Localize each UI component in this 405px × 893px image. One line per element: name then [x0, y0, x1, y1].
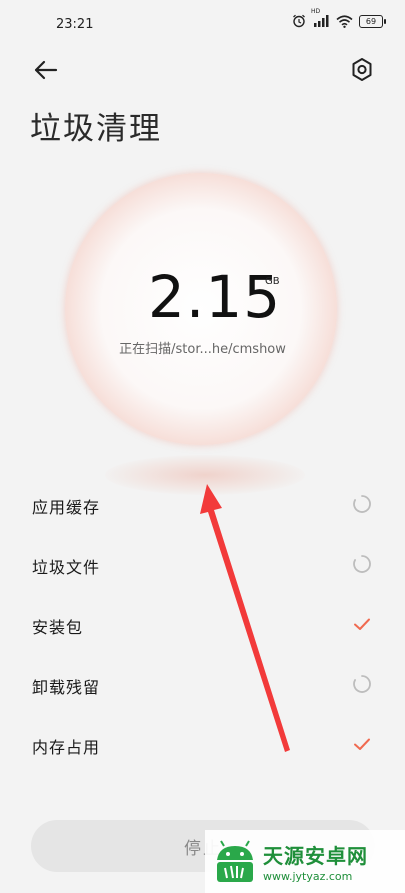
- list-item-label: 内存占用: [32, 738, 101, 757]
- watermark-text: 天源安卓网 www.jytyaz.com: [263, 840, 368, 883]
- list-item-uninstall-residue[interactable]: 卸载残留: [0, 654, 405, 714]
- status-bar: 23:21 HD 69: [0, 0, 405, 50]
- page-title: 垃圾清理: [30, 111, 162, 147]
- list-item-label: 应用缓存: [32, 498, 101, 517]
- list-item-memory-usage[interactable]: 内存占用: [0, 714, 405, 774]
- junk-size-value: 2.15: [148, 263, 282, 331]
- checkmark-icon: [354, 618, 370, 630]
- list-item-install-packages[interactable]: 安装包: [0, 594, 405, 654]
- list-item-label: 安装包: [32, 618, 84, 637]
- watermark-name: 天源安卓网: [263, 844, 368, 868]
- junk-size-unit: GB: [265, 276, 280, 287]
- list-item-label: 垃圾文件: [32, 558, 101, 577]
- gear-icon: [352, 58, 372, 81]
- list-item-app-cache[interactable]: 应用缓存: [0, 474, 405, 534]
- scan-path-text: 正在扫描/stor...he/cmshow: [119, 342, 286, 357]
- watermark: 天源安卓网 www.jytyaz.com: [205, 830, 405, 893]
- android-robot-logo-icon: [217, 839, 253, 882]
- wifi-icon: [336, 14, 353, 28]
- settings-button[interactable]: [349, 56, 375, 84]
- list-item-junk-files[interactable]: 垃圾文件: [0, 534, 405, 594]
- spinner-icon: [353, 675, 371, 693]
- list-item-label: 卸载残留: [32, 678, 101, 697]
- signal-icon: HD: [311, 8, 330, 28]
- arrow-left-icon: [34, 60, 58, 80]
- status-icons: HD 69: [292, 8, 386, 28]
- network-type-label: HD: [311, 8, 321, 15]
- checkmark-icon: [354, 738, 370, 750]
- spinner-icon: [353, 495, 371, 513]
- battery-icon: 69: [359, 14, 386, 28]
- status-time: 23:21: [56, 17, 94, 32]
- spinner-icon: [353, 555, 371, 573]
- watermark-url: www.jytyaz.com: [263, 870, 353, 883]
- back-button[interactable]: [30, 56, 60, 84]
- alarm-icon: [292, 14, 306, 28]
